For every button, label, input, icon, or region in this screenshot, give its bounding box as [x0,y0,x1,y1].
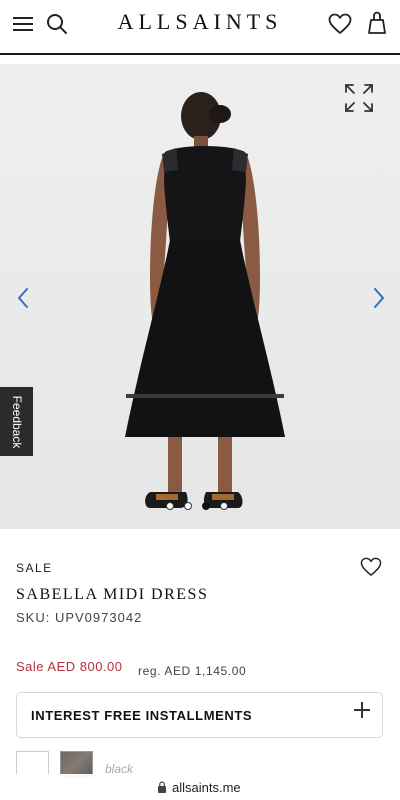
header-divider [0,53,400,55]
wishlist-heart-icon[interactable] [360,557,382,577]
product-image-gallery[interactable] [0,64,400,529]
feedback-tab[interactable]: Feedback [0,387,33,456]
sale-badge: SALE [16,561,53,575]
heart-icon[interactable] [328,13,352,35]
chevron-left-icon[interactable] [14,286,32,310]
bag-icon[interactable] [366,11,388,35]
site-header: ALLSAINTS [0,0,400,52]
carousel-dot[interactable] [184,502,192,510]
url-text: allsaints.me [172,780,241,795]
installments-label: INTEREST FREE INSTALLMENTS [31,708,253,723]
carousel-dot[interactable] [166,502,174,510]
regular-price: reg. AED 1,145.00 [138,664,247,678]
menu-icon[interactable] [13,15,33,33]
expand-icon[interactable] [342,81,376,115]
installments-accordion[interactable]: INTEREST FREE INSTALLMENTS [16,692,383,738]
carousel-dot-active[interactable] [202,502,210,510]
chevron-right-icon[interactable] [370,286,388,310]
plus-icon[interactable] [354,702,370,718]
carousel-dot[interactable] [220,502,228,510]
feedback-label: Feedback [9,395,24,448]
brand-logo[interactable]: ALLSAINTS [100,9,300,35]
lock-icon [158,781,166,793]
search-icon[interactable] [46,13,68,35]
product-title: SABELLA MIDI DRESS [16,586,209,603]
browser-url-bar[interactable]: allsaints.me [0,774,400,800]
carousel-dots [162,502,242,512]
product-sku: SKU: UPV0973042 [16,610,143,625]
sale-price: Sale AED 800.00 [16,659,123,674]
product-photo [125,92,285,508]
